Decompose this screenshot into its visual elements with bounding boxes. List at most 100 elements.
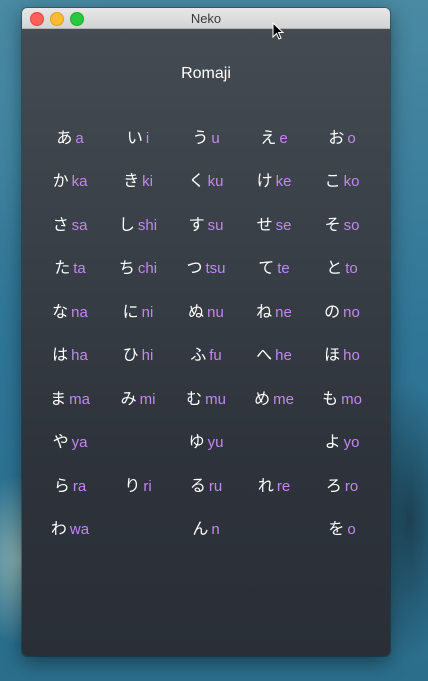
- kana-cell[interactable]: ぬ nu: [172, 298, 240, 322]
- kana-row: わ wa んn をo: [36, 506, 376, 550]
- romaji-text: he: [275, 347, 292, 365]
- window-title: Neko: [190, 11, 222, 26]
- romaji-text: o: [347, 129, 356, 147]
- title-bar[interactable]: Neko: [22, 8, 390, 29]
- romaji-text: so: [343, 216, 360, 234]
- kana-cell[interactable]: ら ra: [36, 472, 104, 496]
- kana-cell[interactable]: ゆ yu: [172, 428, 240, 452]
- kana-cell[interactable]: ふ fu: [172, 341, 240, 365]
- kana-cell[interactable]: た ta: [36, 254, 104, 278]
- kana-cell[interactable]: おo: [308, 124, 376, 148]
- kana-cell[interactable]: こ ko: [308, 167, 376, 191]
- romaji-text: mo: [341, 390, 362, 408]
- kana-cell[interactable]: いi: [104, 124, 172, 148]
- kana-cell[interactable]: す su: [172, 211, 240, 235]
- kana-cell[interactable]: せ se: [240, 211, 308, 235]
- kana-row: あa いi うu えe おo: [36, 114, 376, 158]
- romaji-text: se: [275, 216, 292, 234]
- kana-cell[interactable]: ね ne: [240, 298, 308, 322]
- kana-cell[interactable]: め me: [240, 385, 308, 409]
- kana-char: ら: [53, 475, 70, 495]
- kana-row: や ya ゆ yu よ yo: [36, 419, 376, 463]
- kana-cell[interactable]: あa: [36, 124, 104, 148]
- romaji-text: hi: [141, 347, 154, 365]
- kana-char: ろ: [325, 475, 342, 495]
- kana-cell[interactable]: ろ ro: [308, 472, 376, 496]
- romaji-text: sa: [71, 216, 88, 234]
- kana-cell[interactable]: をo: [308, 515, 376, 539]
- kana-char: の: [324, 301, 341, 321]
- kana-cell[interactable]: ま ma: [36, 385, 104, 409]
- romaji-text: shi: [137, 216, 158, 234]
- romaji-text: ka: [71, 173, 88, 191]
- kana-char: め: [254, 388, 271, 408]
- kana-cell[interactable]: く ku: [172, 167, 240, 191]
- romaji-text: ku: [207, 173, 224, 191]
- kana-cell[interactable]: む mu: [172, 385, 240, 409]
- kana-cell[interactable]: し shi: [104, 211, 172, 235]
- kana-char: へ: [256, 345, 273, 365]
- romaji-text: a: [75, 129, 84, 147]
- kana-char: し: [118, 214, 135, 234]
- romaji-text: ya: [71, 434, 88, 452]
- romaji-text: mu: [205, 390, 226, 408]
- romaji-text: ke: [275, 173, 292, 191]
- romaji-text: yo: [343, 434, 360, 452]
- kana-char: は: [52, 345, 69, 365]
- kana-cell[interactable]: き ki: [104, 167, 172, 191]
- kana-row: か ka き ki く ku け ke こ ko: [36, 158, 376, 202]
- kana-cell[interactable]: は ha: [36, 341, 104, 365]
- kana-cell[interactable]: つ tsu: [172, 254, 240, 278]
- kana-row: さ sa し shi す su せ se そ so: [36, 201, 376, 245]
- kana-char: こ: [324, 171, 341, 191]
- kana-cell[interactable]: そ so: [308, 211, 376, 235]
- kana-cell[interactable]: て te: [240, 254, 308, 278]
- kana-char: さ: [52, 214, 69, 234]
- mode-label[interactable]: Romaji: [22, 65, 390, 83]
- kana-row: た ta ち chi つ tsu て te と to: [36, 245, 376, 289]
- kana-cell[interactable]: と to: [308, 254, 376, 278]
- kana-char: つ: [186, 258, 203, 278]
- kana-row: ま ma み mi む mu め me も mo: [36, 375, 376, 419]
- kana-char: ほ: [324, 345, 341, 365]
- kana-char: す: [188, 214, 205, 234]
- kana-cell[interactable]: か ka: [36, 167, 104, 191]
- romaji-text: ko: [343, 173, 360, 191]
- kana-cell[interactable]: えe: [240, 124, 308, 148]
- kana-cell[interactable]: の no: [308, 298, 376, 322]
- romaji-text: nu: [207, 303, 224, 321]
- romaji-text: te: [277, 260, 290, 278]
- romaji-text: su: [207, 216, 224, 234]
- romaji-text: ru: [208, 477, 223, 495]
- romaji-text: re: [276, 477, 291, 495]
- kana-char: や: [52, 432, 69, 452]
- kana-char: い: [126, 127, 143, 147]
- kana-cell[interactable]: れ re: [240, 472, 308, 496]
- kana-cell[interactable]: わ wa: [36, 515, 104, 539]
- kana-cell[interactable]: り ri: [104, 472, 172, 496]
- kana-cell[interactable]: な na: [36, 298, 104, 322]
- romaji-text: ni: [141, 303, 154, 321]
- romaji-text: tsu: [205, 260, 226, 278]
- romaji-text: me: [273, 390, 294, 408]
- kana-cell[interactable]: うu: [172, 124, 240, 148]
- kana-cell[interactable]: ほ ho: [308, 341, 376, 365]
- kana-char: ふ: [190, 345, 207, 365]
- kana-cell[interactable]: んn: [172, 515, 240, 539]
- kana-cell[interactable]: へ he: [240, 341, 308, 365]
- romaji-text: o: [347, 521, 356, 539]
- romaji-text: ki: [142, 173, 153, 191]
- kana-cell[interactable]: ひ hi: [104, 341, 172, 365]
- romaji-text: ra: [72, 477, 87, 495]
- kana-cell[interactable]: に ni: [104, 298, 172, 322]
- kana-cell[interactable]: け ke: [240, 167, 308, 191]
- kana-cell[interactable]: も mo: [308, 385, 376, 409]
- kana-cell[interactable]: よ yo: [308, 428, 376, 452]
- kana-cell[interactable]: る ru: [172, 472, 240, 496]
- kana-cell[interactable]: や ya: [36, 428, 104, 452]
- kana-char: と: [326, 258, 343, 278]
- romaji-text: u: [211, 129, 220, 147]
- kana-cell[interactable]: ち chi: [104, 254, 172, 278]
- kana-cell[interactable]: さ sa: [36, 211, 104, 235]
- kana-cell[interactable]: み mi: [104, 385, 172, 409]
